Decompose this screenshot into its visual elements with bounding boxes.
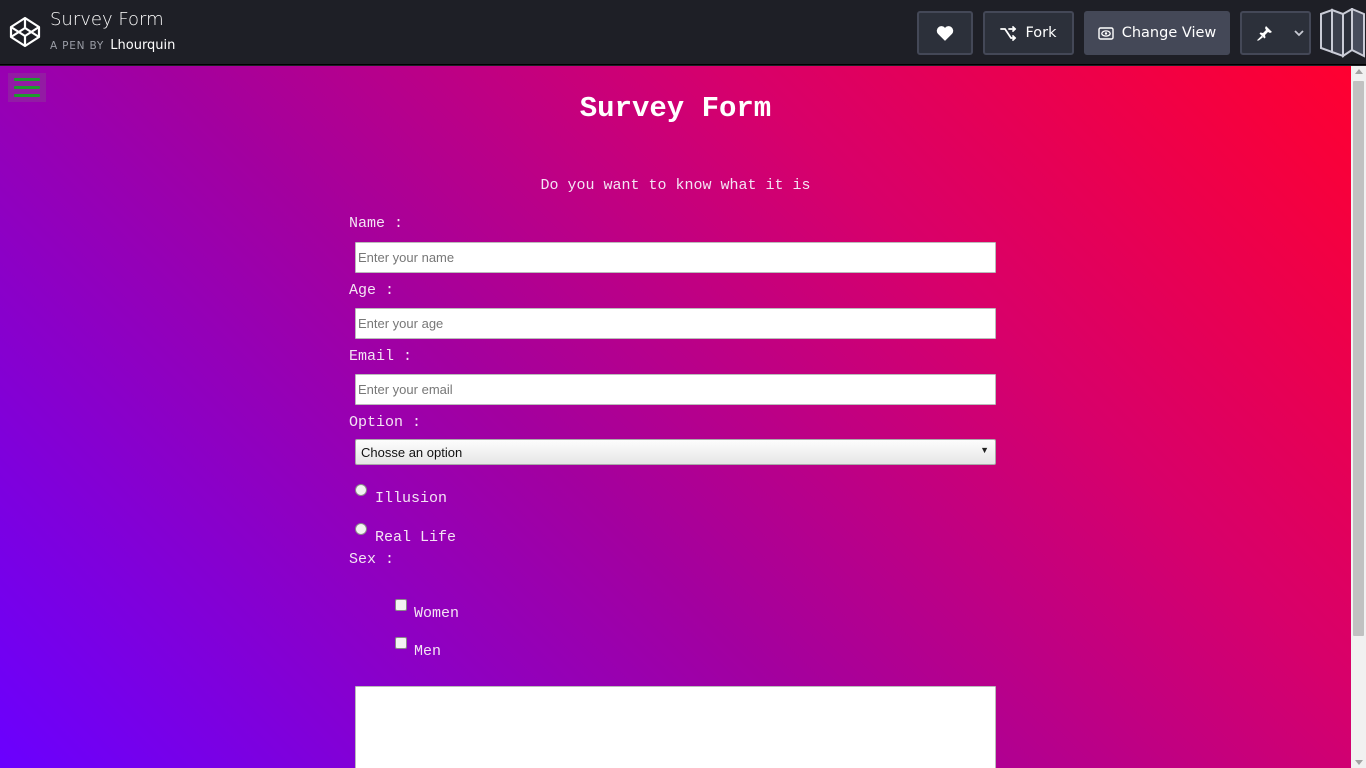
radio-illusion-label: Illusion xyxy=(375,490,448,507)
radio-real-life[interactable] xyxy=(355,523,367,535)
preview-scrollbar[interactable] xyxy=(1351,66,1366,768)
pen-byline: A PEN BY Lhourquin xyxy=(50,38,175,53)
radio-illusion[interactable] xyxy=(355,484,367,496)
option-select[interactable]: Chosse an option ▼ xyxy=(355,439,996,465)
codepen-logo-icon[interactable] xyxy=(9,16,41,48)
checkbox-men[interactable] xyxy=(395,637,407,649)
survey-title: Survey Form xyxy=(579,92,772,125)
hamburger-icon xyxy=(14,78,40,81)
pin-icon xyxy=(1257,26,1272,41)
heart-button[interactable] xyxy=(917,11,973,55)
change-view-button[interactable]: Change View xyxy=(1084,11,1230,55)
chevron-down-icon xyxy=(1293,29,1304,36)
pen-title: Survey Form xyxy=(50,9,164,30)
eye-icon xyxy=(1098,26,1114,40)
author-link[interactable]: Lhourquin xyxy=(110,38,175,53)
survey-description: Do you want to know what it is xyxy=(540,177,811,194)
heart-icon xyxy=(936,26,954,41)
name-input[interactable] xyxy=(355,242,996,273)
option-select-value: Chosse an option xyxy=(361,444,463,460)
age-label: Age : xyxy=(349,282,395,299)
email-input[interactable] xyxy=(355,374,996,405)
layout-logo-icon[interactable] xyxy=(1318,8,1366,58)
email-label: Email : xyxy=(349,348,413,365)
change-view-label: Change View xyxy=(1121,25,1217,41)
scroll-up-arrow-icon[interactable] xyxy=(1355,69,1363,74)
byline-prefix: A PEN BY xyxy=(50,40,105,52)
age-input[interactable] xyxy=(355,308,996,339)
pin-button[interactable] xyxy=(1240,11,1290,55)
scroll-down-arrow-icon[interactable] xyxy=(1355,760,1363,765)
checkbox-women-label: Women xyxy=(414,605,460,622)
fork-button[interactable]: Fork xyxy=(983,11,1074,55)
sex-label: Sex : xyxy=(349,551,395,568)
option-label: Option : xyxy=(349,414,422,431)
name-label: Name : xyxy=(349,215,404,232)
codepen-header: Survey Form A PEN BY Lhourquin Fork Chan… xyxy=(0,0,1366,65)
checkbox-men-label: Men xyxy=(414,643,442,660)
preview-frame: Survey Form Do you want to know what it … xyxy=(0,66,1351,768)
fork-icon xyxy=(1000,25,1017,41)
pin-dropdown-button[interactable] xyxy=(1288,11,1311,55)
scroll-thumb[interactable] xyxy=(1353,81,1364,636)
comments-textarea[interactable] xyxy=(355,686,996,768)
hamburger-bar xyxy=(14,86,40,89)
select-arrow-icon: ▼ xyxy=(980,445,989,455)
fork-label: Fork xyxy=(1025,25,1057,41)
checkbox-women[interactable] xyxy=(395,599,407,611)
radio-real-life-label: Real Life xyxy=(375,529,457,546)
